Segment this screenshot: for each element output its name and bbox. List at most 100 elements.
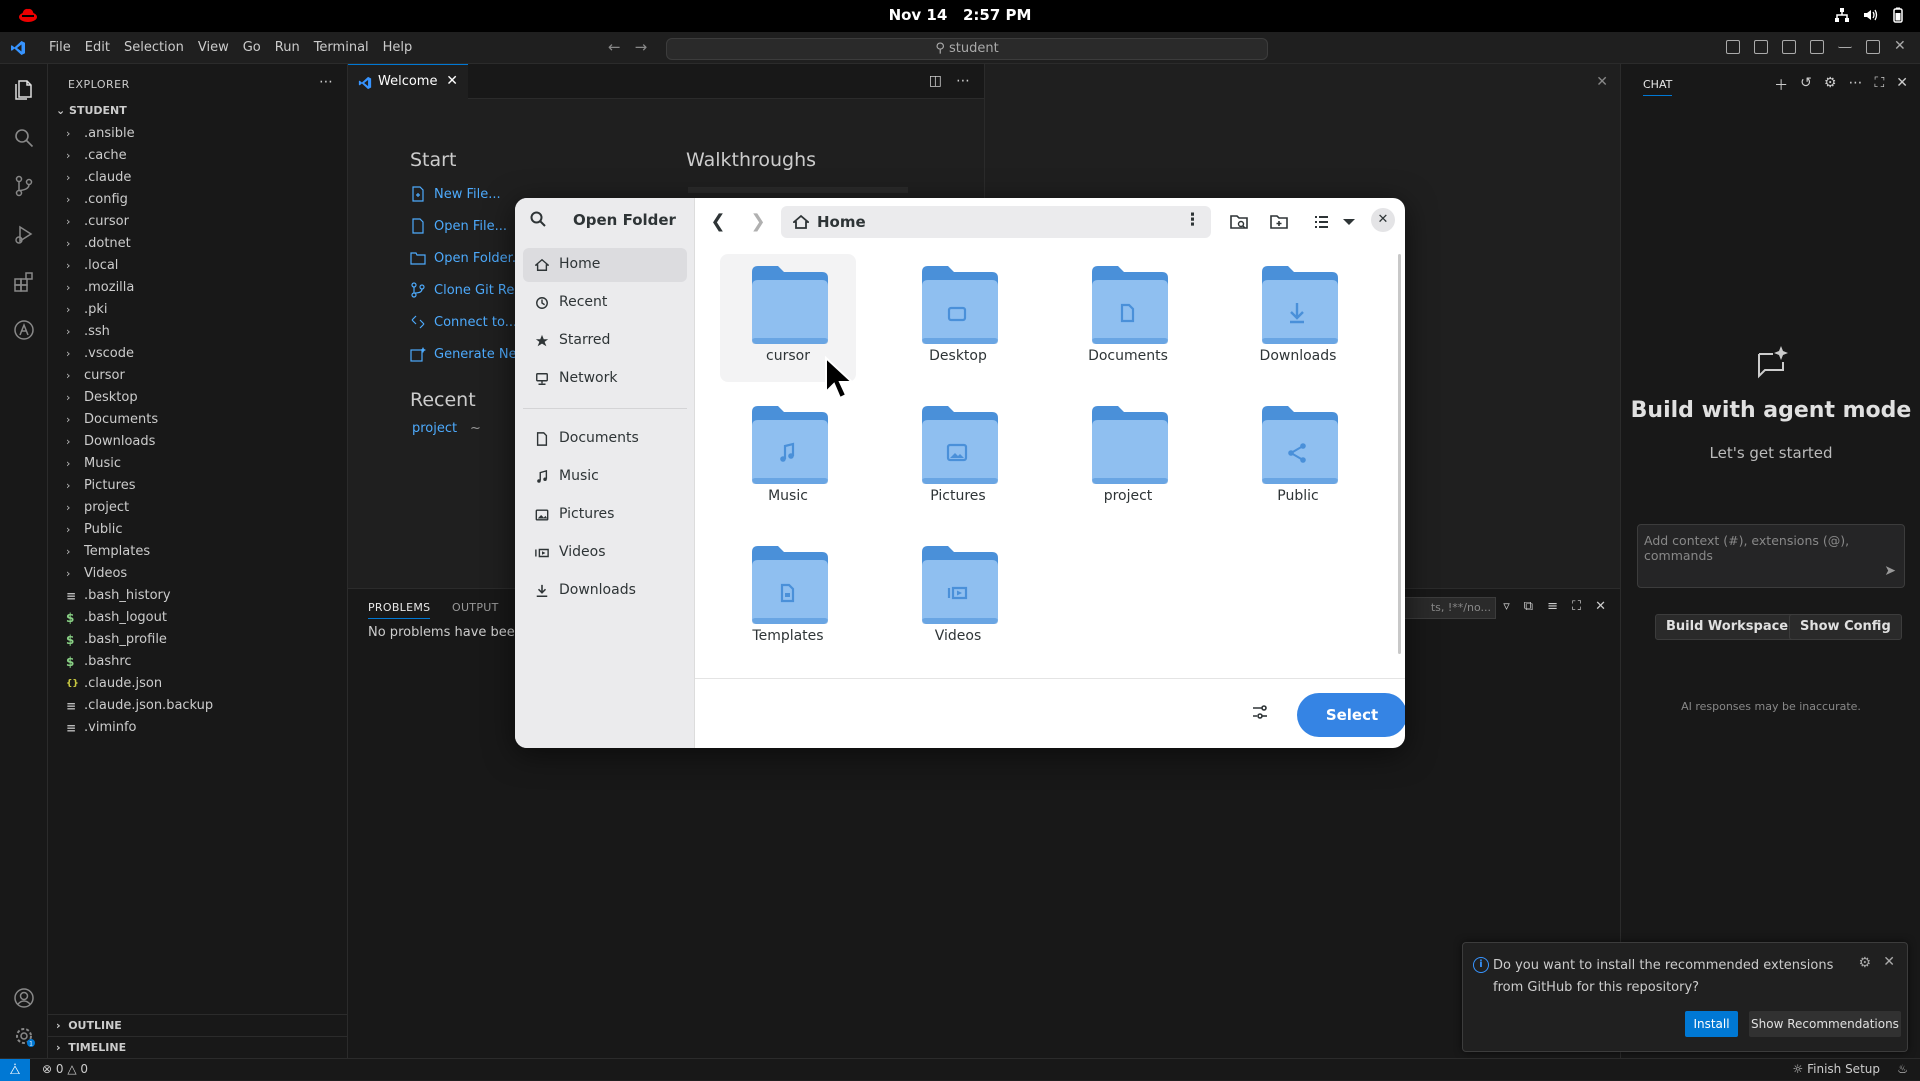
close-dialog-button[interactable]: ✕ [1371, 208, 1395, 232]
menu-go[interactable]: Go [236, 40, 268, 55]
tree-item[interactable]: › Pictures [48, 475, 348, 497]
menu-file[interactable]: File [42, 40, 78, 55]
new-chat-icon[interactable]: ＋ [1774, 75, 1788, 95]
clone-git-link[interactable]: Clone Git Re [410, 282, 514, 298]
connect-to-link[interactable]: Connect to... [410, 314, 517, 330]
show-config-button[interactable]: Show Config [1789, 614, 1902, 640]
folder-project[interactable]: project [1060, 394, 1196, 522]
sidebar-item-videos[interactable]: Videos [523, 536, 687, 570]
restore-icon[interactable] [1866, 40, 1880, 54]
show-recommendations-button[interactable]: Show Recommendations [1749, 1011, 1901, 1037]
sidebar-item-documents[interactable]: Documents [523, 422, 687, 456]
tree-item[interactable]: $ .bash_logout [48, 607, 348, 629]
sidebar-item-recent[interactable]: Recent [523, 286, 687, 320]
tab-problems[interactable]: PROBLEMS [368, 601, 431, 619]
split-editor-icon[interactable]: ◫ [929, 73, 942, 89]
tree-item[interactable]: ≡ .viminfo [48, 717, 348, 739]
problems-filter-input[interactable]: ts, !**/no... [1400, 597, 1496, 619]
close-panel-icon[interactable]: ✕ [1595, 599, 1606, 614]
chat-input[interactable]: Add context (#), extensions (@), command… [1637, 524, 1905, 588]
run-debug-icon[interactable] [12, 222, 36, 246]
folder-templates[interactable]: Templates [720, 534, 856, 662]
sidebar-item-music[interactable]: Music [523, 460, 687, 494]
select-button[interactable]: Select [1297, 693, 1405, 737]
tree-item[interactable]: › .claude [48, 167, 348, 189]
battery-icon[interactable] [1890, 7, 1906, 23]
clock[interactable]: Nov 14 2:57 PM [0, 6, 1920, 24]
folder-music[interactable]: Music [720, 394, 856, 522]
more-actions-icon[interactable]: ⋯ [319, 74, 333, 90]
remote-indicator-icon[interactable]: ⧊ [0, 1059, 30, 1081]
tree-item[interactable]: › Templates [48, 541, 348, 563]
explorer-root-folder[interactable]: ⌄ STUDENT [56, 104, 127, 117]
install-button[interactable]: Install [1685, 1011, 1738, 1037]
history-icon[interactable]: ↺ [1800, 75, 1812, 95]
sidebar-item-network[interactable]: Network [523, 362, 687, 396]
toggle-panel-icon[interactable] [1782, 40, 1796, 54]
close-tab-icon[interactable]: ✕ [446, 73, 458, 89]
explorer-icon[interactable] [12, 78, 36, 102]
menu-edit[interactable]: Edit [78, 40, 117, 55]
tree-item[interactable]: › .local [48, 255, 348, 277]
menu-run[interactable]: Run [268, 40, 307, 55]
tree-item[interactable]: › .mozilla [48, 277, 348, 299]
folder-videos[interactable]: Videos [890, 534, 1026, 662]
command-center[interactable]: ⚲ student [666, 38, 1268, 60]
view-list-icon[interactable] [1307, 208, 1335, 236]
network-icon[interactable] [1834, 7, 1850, 23]
back-button[interactable]: ❮ [703, 208, 733, 236]
notifications-bell-icon[interactable]: ♨ [1897, 1062, 1908, 1076]
tree-item[interactable]: › .dotnet [48, 233, 348, 255]
maximize-chat-icon[interactable]: ⛶ [1874, 75, 1884, 95]
tree-item[interactable]: › Downloads [48, 431, 348, 453]
sidebar-item-home[interactable]: Home [523, 248, 687, 282]
open-file-link[interactable]: Open File... [410, 218, 507, 234]
close-chat-icon[interactable]: ✕ [1896, 75, 1908, 95]
tree-item[interactable]: › .ssh [48, 321, 348, 343]
tree-item[interactable]: › .vscode [48, 343, 348, 365]
new-folder-icon[interactable] [1265, 208, 1293, 236]
system-tray[interactable] [1834, 7, 1906, 23]
new-file-link[interactable]: New File... [410, 186, 501, 202]
menu-view[interactable]: View [191, 40, 236, 55]
tree-item[interactable]: {} .claude.json [48, 673, 348, 695]
location-menu-icon[interactable]: ⋮ [1184, 210, 1201, 230]
tree-item[interactable]: › Music [48, 453, 348, 475]
forward-arrow-icon[interactable]: → [635, 38, 648, 56]
notification-gear-icon[interactable]: ⚙ [1858, 955, 1871, 971]
finish-setup-status[interactable]: ☼ Finish Setup [1793, 1062, 1881, 1076]
open-folder-link[interactable]: Open Folder... [410, 250, 524, 266]
chat-header[interactable]: CHAT [1643, 78, 1673, 96]
sidebar-item-starred[interactable]: Starred [523, 324, 687, 358]
view-as-list-icon[interactable]: ≡ [1547, 599, 1558, 614]
tree-item[interactable]: › Desktop [48, 387, 348, 409]
filter-settings-icon[interactable] [1251, 703, 1269, 721]
generate-new-link[interactable]: Generate Ne [410, 346, 517, 362]
toggle-secondary-sidebar-icon[interactable] [1810, 40, 1824, 54]
tree-item[interactable]: ≡ .bash_history [48, 585, 348, 607]
account-icon[interactable] [12, 986, 36, 1010]
tree-item[interactable]: › Public [48, 519, 348, 541]
volume-icon[interactable] [1862, 7, 1878, 23]
folder-pictures[interactable]: Pictures [890, 394, 1026, 522]
search-icon[interactable] [529, 210, 547, 228]
extensions-icon[interactable] [12, 270, 36, 294]
tab-welcome[interactable]: Welcome ✕ [348, 64, 468, 99]
forward-button[interactable]: ❯ [743, 208, 773, 236]
timeline-section[interactable]: › TIMELINE [48, 1036, 348, 1058]
menu-terminal[interactable]: Terminal [307, 40, 376, 55]
manage-gear-icon[interactable]: 1 [12, 1024, 36, 1048]
folder-documents[interactable]: Documents [1060, 254, 1196, 382]
tree-item[interactable]: $ .bash_profile [48, 629, 348, 651]
editor-more-icon[interactable]: ⋯ [956, 73, 970, 89]
view-options-chevron-icon[interactable] [1335, 208, 1363, 236]
back-arrow-icon[interactable]: ← [608, 38, 621, 56]
tree-item[interactable]: › .config [48, 189, 348, 211]
tree-item[interactable]: $ .bashrc [48, 651, 348, 673]
maximize-panel-icon[interactable]: ⛶ [1572, 599, 1581, 614]
tree-item[interactable]: › cursor [48, 365, 348, 387]
tree-item[interactable]: › .pki [48, 299, 348, 321]
folder-public[interactable]: Public [1230, 394, 1366, 522]
dialog-scrollbar[interactable] [1398, 254, 1401, 654]
toggle-sidebar-icon[interactable] [1754, 40, 1768, 54]
